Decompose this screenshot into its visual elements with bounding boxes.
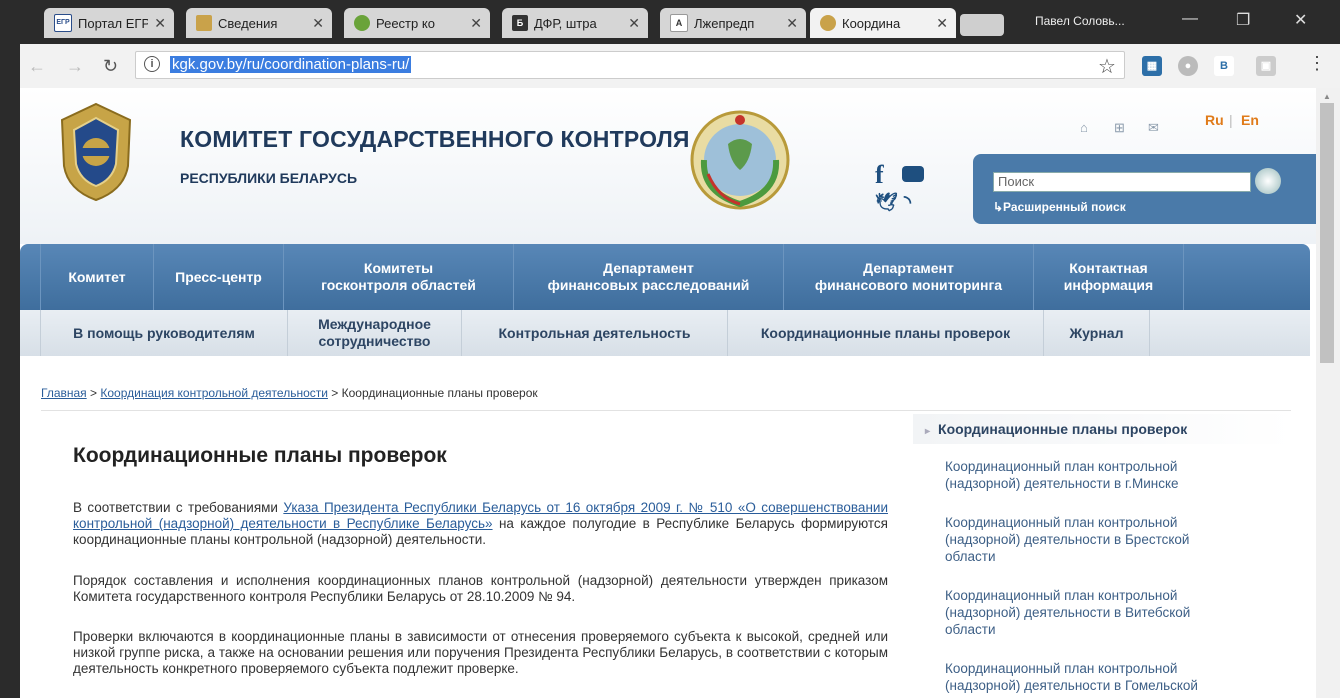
- info-icon[interactable]: i: [144, 56, 160, 72]
- lang-ru[interactable]: Ru: [1205, 112, 1224, 128]
- nav-item-committee[interactable]: Комитет: [40, 244, 154, 310]
- web-page: КОМИТЕТ ГОСУДАРСТВЕННОГО КОНТРОЛЯ РЕСПУБ…: [20, 88, 1316, 698]
- b-icon: Б: [512, 15, 528, 31]
- breadcrumb-section[interactable]: Координация контрольной деятельности: [100, 386, 328, 400]
- sidebar-link[interactable]: Координационный план контрольной (надзор…: [945, 587, 1235, 638]
- sidebar-link[interactable]: Координационный план контрольной (надзор…: [945, 514, 1235, 565]
- tab-title: Лжепредп: [694, 15, 755, 31]
- close-tab-icon[interactable]: ✕: [786, 15, 798, 32]
- browser-tab[interactable]: А Лжепредп ✕: [660, 8, 806, 38]
- scrollbar[interactable]: ▲: [1316, 88, 1340, 698]
- sidebar-link[interactable]: Координационный план контрольной (надзор…: [945, 458, 1235, 492]
- reload-icon[interactable]: ↻: [103, 56, 118, 77]
- forward-icon[interactable]: →: [66, 56, 84, 77]
- address-bar[interactable]: i kgk.gov.by/ru/coordination-plans-ru/: [135, 51, 1125, 79]
- extension-icon[interactable]: ▦: [1142, 56, 1162, 76]
- close-tab-icon[interactable]: ✕: [628, 15, 640, 32]
- facebook-icon[interactable]: f: [875, 160, 884, 190]
- breadcrumb-current: Координационные планы проверок: [341, 386, 538, 400]
- breadcrumb-separator: >: [327, 386, 342, 400]
- main-nav: Комитет Пресс-центр Комитеты госконтроля…: [20, 244, 1310, 310]
- tab-title: Координа: [842, 15, 901, 31]
- paragraph: Порядок составления и исполнения координ…: [73, 573, 888, 604]
- site-header: КОМИТЕТ ГОСУДАРСТВЕННОГО КОНТРОЛЯ РЕСПУБ…: [20, 88, 1316, 244]
- sidebar-heading-label: Координационные планы проверок: [938, 421, 1188, 437]
- new-tab-button[interactable]: [960, 14, 1004, 36]
- profile-name[interactable]: Павел Соловь...: [1035, 14, 1125, 28]
- browser-tab-active[interactable]: Координа ✕: [810, 8, 956, 38]
- subnav-managers[interactable]: В помощь руководителям: [40, 310, 288, 356]
- search-panel: Поиск ↳Расширенный поиск: [973, 154, 1316, 224]
- tab-title: Сведения: [218, 15, 278, 31]
- nav-item-monitoring[interactable]: Департамент финансового мониторинга: [784, 244, 1034, 310]
- subnav-control[interactable]: Контрольная деятельность: [462, 310, 728, 356]
- subnav-coordination-plans[interactable]: Координационные планы проверок: [728, 310, 1044, 356]
- bookmark-star-icon[interactable]: ☆: [1098, 54, 1116, 79]
- lang-separator: |: [1229, 112, 1233, 128]
- site-title[interactable]: КОМИТЕТ ГОСУДАРСТВЕННОГО КОНТРОЛЯ: [180, 126, 690, 153]
- tab-strip: ЕГР Портал ЕГР ✕ Сведения ✕ Реестр ко ✕ …: [0, 0, 1340, 44]
- browser-tab[interactable]: Сведения ✕: [186, 8, 332, 38]
- scrollbar-thumb[interactable]: [1320, 103, 1334, 363]
- breadcrumb-home[interactable]: Главная: [41, 386, 87, 400]
- coat-of-arms: [690, 110, 790, 210]
- subnav-journal[interactable]: Журнал: [1044, 310, 1150, 356]
- menu-icon[interactable]: ⋮: [1308, 53, 1326, 74]
- search-input[interactable]: Поиск: [993, 172, 1251, 192]
- close-tab-icon[interactable]: ✕: [312, 15, 324, 32]
- tab-title: Портал ЕГР: [78, 15, 149, 31]
- breadcrumb-separator: >: [86, 386, 101, 400]
- url-text[interactable]: kgk.gov.by/ru/coordination-plans-ru/: [170, 56, 412, 73]
- nav-item-contacts[interactable]: Контактная информация: [1034, 244, 1184, 310]
- extension-icon[interactable]: B: [1214, 56, 1234, 76]
- sitemap-icon[interactable]: ⊞: [1114, 120, 1125, 136]
- subnav-international[interactable]: Международное сотрудничество: [288, 310, 462, 356]
- paragraph: Проверки включаются в координационные пл…: [73, 629, 888, 676]
- breadcrumb: Главная > Координация контрольной деятел…: [41, 386, 538, 400]
- divider: [41, 410, 1291, 411]
- committee-emblem: [60, 102, 132, 202]
- advanced-search-link[interactable]: ↳Расширенный поиск: [993, 200, 1126, 214]
- scroll-up-icon[interactable]: ▲: [1323, 92, 1331, 101]
- a-icon: А: [670, 14, 688, 32]
- youtube-icon[interactable]: [902, 166, 924, 182]
- browser-tab[interactable]: Реестр ко ✕: [344, 8, 490, 38]
- search-icon[interactable]: [1255, 168, 1281, 194]
- close-tab-icon[interactable]: ✕: [936, 15, 948, 32]
- close-tab-icon[interactable]: ✕: [154, 15, 166, 32]
- browser-tab[interactable]: Б ДФР, штра ✕: [502, 8, 648, 38]
- restore-icon[interactable]: ❐: [1236, 10, 1250, 30]
- extension-icon[interactable]: ▣: [1256, 56, 1276, 76]
- people-icon: [196, 15, 212, 31]
- emblem-icon: [820, 15, 836, 31]
- close-tab-icon[interactable]: ✕: [470, 15, 482, 32]
- paragraph: В соответствии с требованиями Указа През…: [73, 500, 888, 548]
- mail-icon[interactable]: ✉: [1148, 120, 1159, 136]
- nav-item-regional-committees[interactable]: Комитеты госконтроля областей: [284, 244, 514, 310]
- bullet-icon: ▸: [925, 426, 931, 437]
- egr-icon: ЕГР: [54, 14, 72, 32]
- sidebar-heading[interactable]: ▸ Координационные планы проверок: [913, 414, 1293, 444]
- twitter-icon[interactable]: 🕊: [875, 192, 898, 213]
- lang-en[interactable]: En: [1241, 112, 1259, 128]
- minimize-icon[interactable]: —: [1182, 10, 1198, 28]
- tab-title: Реестр ко: [376, 15, 435, 31]
- rss-icon[interactable]: ◝: [904, 192, 911, 213]
- circle-icon: [354, 15, 370, 31]
- paragraph-text: В соответствии с требованиями: [73, 500, 284, 515]
- home-icon[interactable]: ⌂: [1080, 120, 1088, 135]
- browser-tab[interactable]: ЕГР Портал ЕГР ✕: [44, 8, 174, 38]
- close-window-icon[interactable]: ✕: [1294, 10, 1307, 30]
- nav-item-investigations[interactable]: Департамент финансовых расследований: [514, 244, 784, 310]
- extension-icon[interactable]: ●: [1178, 56, 1198, 76]
- sub-nav: В помощь руководителям Международное сот…: [20, 310, 1310, 356]
- page-title: Координационные планы проверок: [73, 444, 447, 467]
- nav-item-press[interactable]: Пресс-центр: [154, 244, 284, 310]
- back-icon[interactable]: ←: [28, 56, 46, 77]
- sidebar-link[interactable]: Координационный план контрольной (надзор…: [945, 660, 1235, 694]
- tab-title: ДФР, штра: [534, 15, 597, 31]
- site-subtitle: РЕСПУБЛИКИ БЕЛАРУСЬ: [180, 170, 358, 186]
